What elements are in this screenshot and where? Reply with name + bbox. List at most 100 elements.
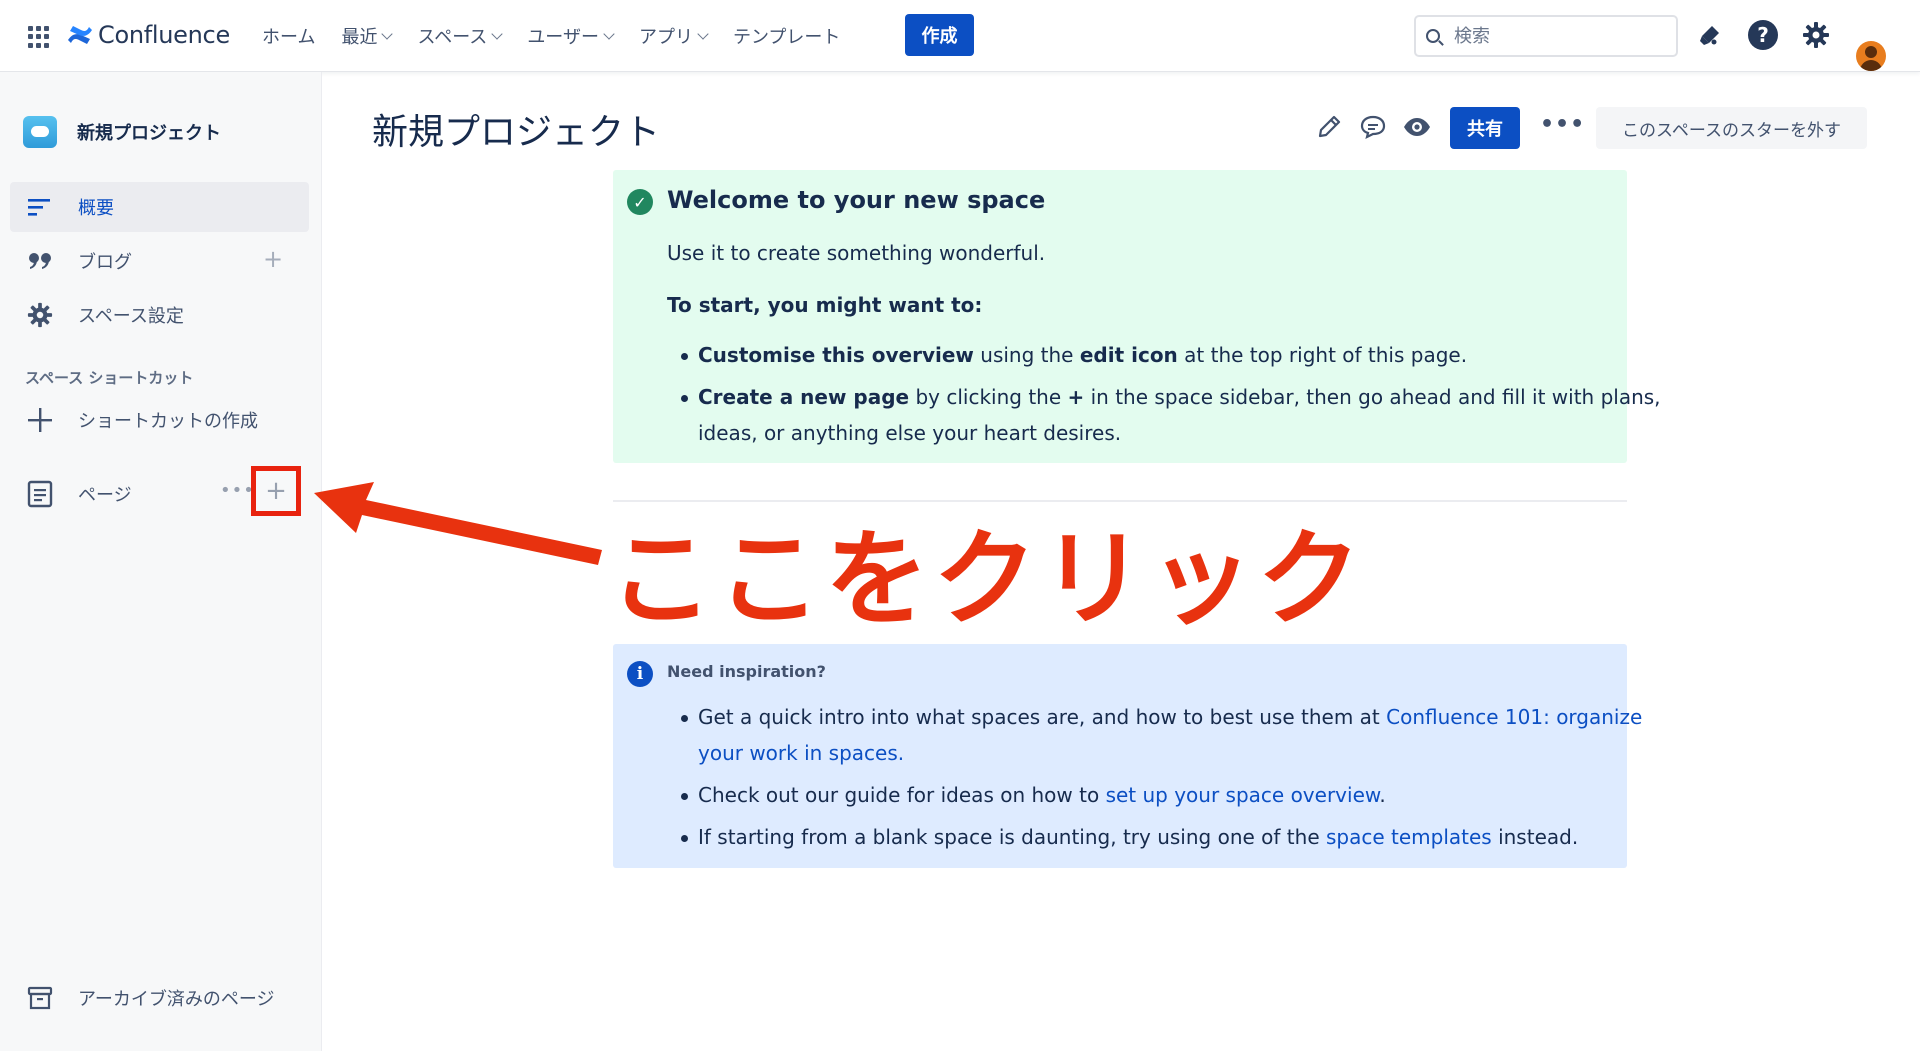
space-name: 新規プロジェクト	[77, 123, 221, 144]
page-title: 新規プロジェクト	[372, 112, 661, 153]
user-avatar[interactable]	[1856, 40, 1886, 71]
unstar-space-button[interactable]: このスペースのスターを外す	[1596, 107, 1867, 149]
shortcuts-heading: スペース ショートカット	[25, 369, 194, 387]
info-icon: i	[627, 661, 653, 687]
add-blog-icon[interactable]: +	[263, 247, 283, 271]
bullet-text: Get a quick intro into what spaces are, …	[698, 705, 1387, 729]
sidebar-item-label: ブログ	[78, 252, 132, 273]
edit-pencil-icon[interactable]	[1314, 112, 1344, 142]
chevron-down-icon	[491, 28, 503, 40]
nav-home[interactable]: ホーム	[262, 23, 315, 49]
inspiration-bullet-2: Check out our guide for ideas on how to …	[698, 783, 1386, 807]
space-overview-link[interactable]: set up your space overview	[1106, 783, 1380, 807]
sidebar-item-overview[interactable]: 概要	[10, 182, 309, 232]
bullet-bold: +	[1067, 385, 1085, 409]
welcome-intro: Use it to create something wonderful.	[667, 241, 1046, 265]
sidebar-item-label: 概要	[78, 198, 114, 219]
sidebar-item-label: スペース設定	[78, 306, 184, 327]
gear-icon	[1803, 22, 1829, 48]
bullet-text: at the top right of this page.	[1177, 343, 1468, 367]
gear-icon	[26, 301, 54, 329]
bullet-bold: Customise this overview	[698, 343, 974, 367]
space-header[interactable]: 新規プロジェクト	[23, 116, 221, 148]
start-heading: To start, you might want to:	[667, 293, 983, 317]
quote-icon	[26, 247, 54, 275]
settings-icon[interactable]	[1801, 20, 1831, 50]
megaphone-icon	[1700, 26, 1719, 45]
overview-lines-icon	[26, 193, 54, 221]
brand-name: Confluence	[98, 21, 230, 49]
bullet-dot	[681, 353, 688, 360]
nav-recent-label: 最近	[341, 27, 378, 48]
success-check-icon: ✓	[627, 189, 653, 215]
archived-pages-label: アーカイブ済みのページ	[78, 989, 275, 1010]
nav-templates[interactable]: テンプレート	[733, 23, 840, 49]
sidebar-item-archived[interactable]: アーカイブ済みのページ	[10, 973, 309, 1023]
annotation-text: ここをクリック	[609, 518, 1366, 640]
chevron-down-icon	[697, 28, 709, 40]
plus-icon	[26, 406, 54, 434]
bullet-bold: edit icon	[1079, 343, 1178, 367]
bullet-dot	[681, 835, 688, 842]
confluence-101-link[interactable]: Confluence 101: organize	[1386, 705, 1642, 729]
create-shortcut-item[interactable]: ショートカットの作成	[10, 395, 309, 445]
nav-templates-label: テンプレート	[732, 27, 841, 48]
more-actions-icon[interactable]: •••	[1540, 112, 1585, 137]
annotation-arrow-icon	[314, 482, 602, 565]
bullet-dot	[681, 715, 688, 722]
space-sidebar: 新規プロジェクト 概要 ブログ + スペース設定 スペース ショートカット ショ…	[0, 72, 322, 1051]
confluence-logo-icon	[68, 26, 92, 44]
top-navigation: Confluence ホーム 最近 スペース ユーザー アプリ テンプレート 作…	[0, 0, 1920, 72]
help-icon[interactable]: ?	[1748, 20, 1778, 50]
sidebar-item-pages[interactable]: ページ	[10, 469, 210, 519]
inspiration-heading: Need inspiration?	[667, 662, 826, 681]
bullet-bold: Create a new page	[698, 385, 910, 409]
comment-icon[interactable]	[1358, 112, 1388, 142]
welcome-bullet-2: Create a new page by clicking the + in t…	[698, 385, 1661, 409]
nav-apps[interactable]: アプリ	[638, 23, 709, 49]
search-icon	[1426, 29, 1440, 43]
bullet-text: Check out our guide for ideas on how to	[698, 783, 1106, 807]
nav-recent[interactable]: 最近	[341, 23, 394, 49]
bullet-text: If starting from a blank space is daunti…	[698, 825, 1326, 849]
nav-users-label: ユーザー	[527, 27, 599, 48]
bullet-dot	[681, 395, 688, 402]
watch-eye-icon[interactable]	[1402, 112, 1432, 142]
main-menu: ホーム 最近 スペース ユーザー アプリ テンプレート	[262, 0, 866, 72]
chevron-down-icon	[381, 28, 394, 40]
bullet-text: using the	[973, 343, 1080, 367]
add-page-button[interactable]: +	[251, 466, 301, 516]
inspiration-bullet-3: If starting from a blank space is daunti…	[698, 825, 1578, 849]
share-button[interactable]: 共有	[1450, 107, 1520, 149]
bullet-dot	[681, 793, 688, 800]
nav-spaces-label: スペース	[417, 27, 488, 48]
nav-spaces[interactable]: スペース	[417, 23, 503, 49]
pages-more-icon[interactable]: •••	[220, 480, 255, 501]
notifications-icon[interactable]	[1695, 20, 1725, 50]
search-field[interactable]	[1414, 15, 1678, 57]
create-button[interactable]: 作成	[905, 14, 974, 56]
app-switcher-icon[interactable]	[28, 26, 50, 48]
space-cloud-icon	[23, 116, 57, 148]
nav-users[interactable]: ユーザー	[527, 23, 615, 49]
confluence-logo[interactable]: Confluence	[66, 18, 230, 52]
page-list-icon	[26, 480, 54, 508]
archive-box-icon	[26, 984, 54, 1012]
bullet-text: by clicking the	[909, 385, 1068, 409]
search-input[interactable]	[1454, 25, 1654, 47]
bullet-text: in the space sidebar, then go ahead and …	[1084, 385, 1661, 409]
confluence-101-link-line2[interactable]: your work in spaces.	[698, 741, 904, 765]
space-templates-link[interactable]: space templates	[1326, 825, 1492, 849]
bullet-text: .	[1379, 783, 1386, 807]
sidebar-item-space-settings[interactable]: スペース設定	[10, 290, 309, 340]
welcome-bullet-1: Customise this overview using the edit i…	[698, 343, 1467, 367]
inspiration-bullet-1: Get a quick intro into what spaces are, …	[698, 705, 1642, 729]
pages-label: ページ	[78, 485, 132, 506]
welcome-bullet-2-line2: ideas, or anything else your heart desir…	[698, 421, 1122, 445]
bullet-text: instead.	[1491, 825, 1579, 849]
nav-home-label: ホーム	[262, 27, 316, 48]
create-shortcut-label: ショートカットの作成	[78, 411, 258, 432]
welcome-heading: Welcome to your new space	[667, 186, 1046, 214]
nav-apps-label: アプリ	[638, 27, 693, 48]
chevron-down-icon	[603, 28, 615, 40]
